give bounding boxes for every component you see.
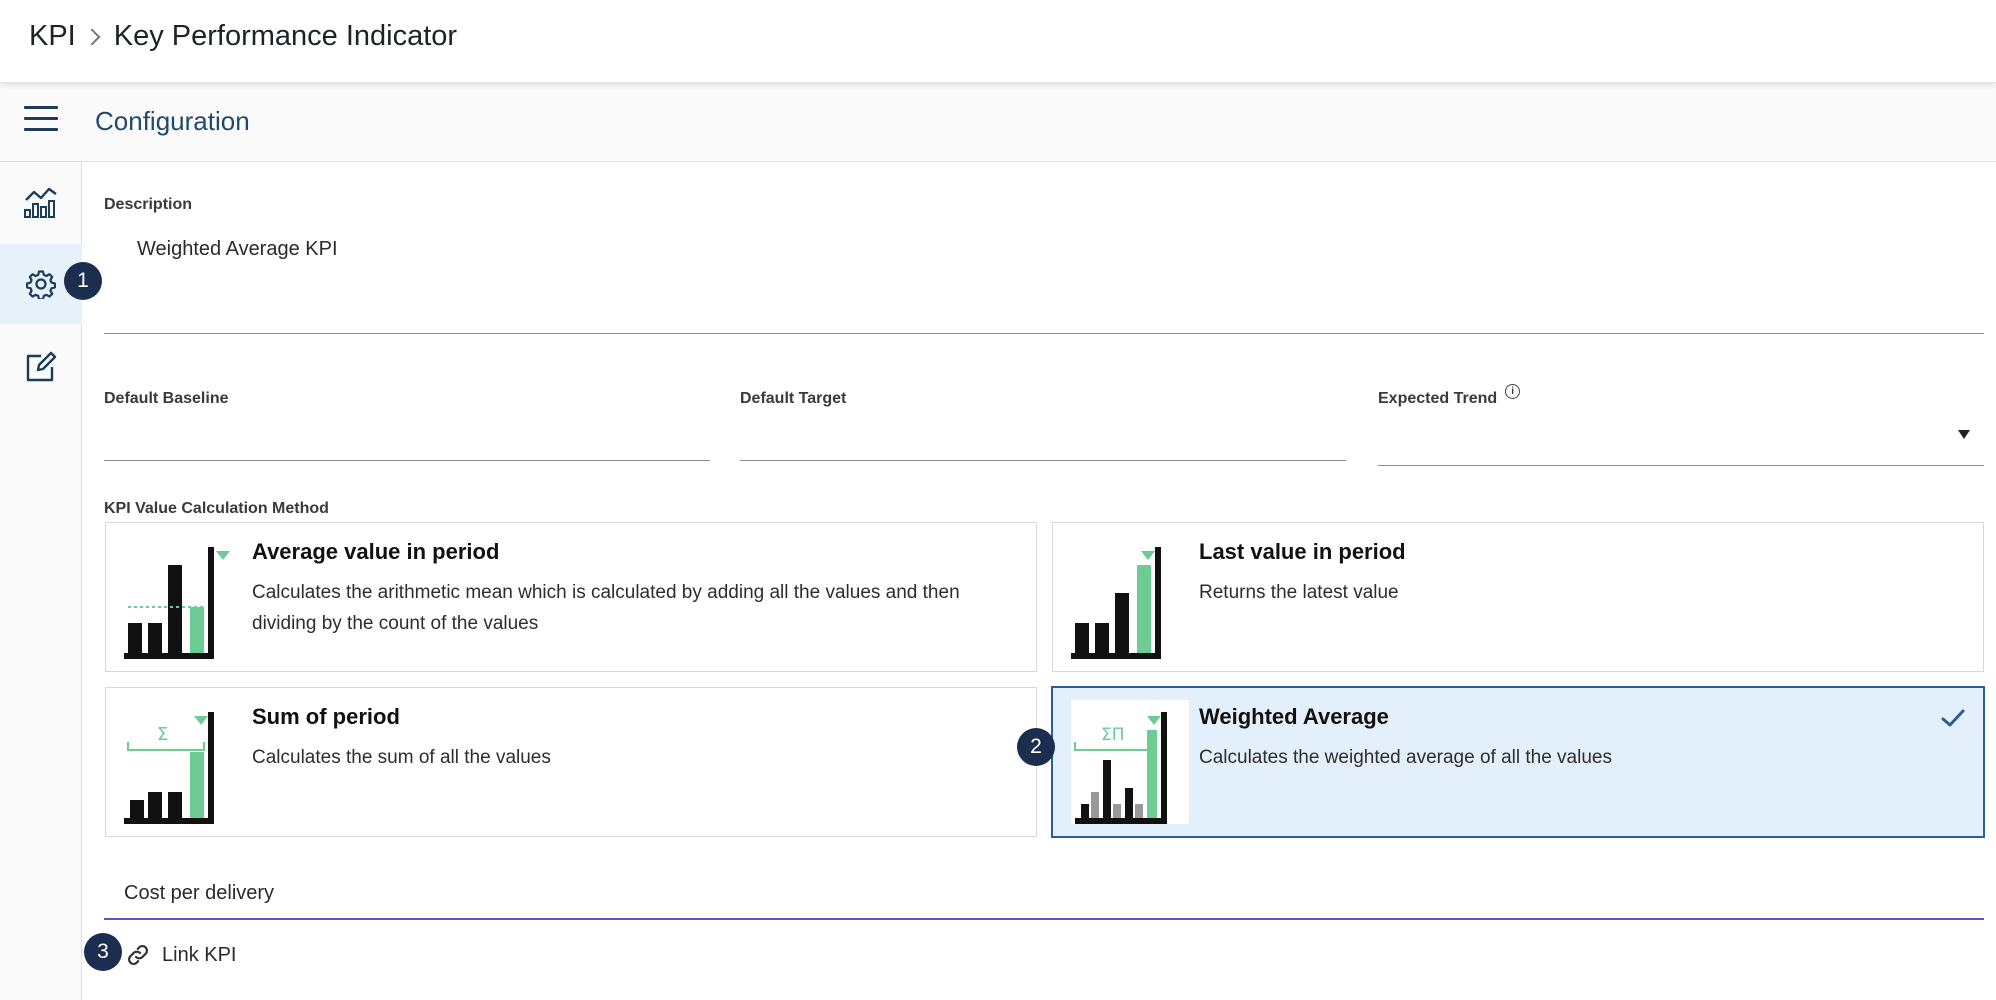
link-kpi-label: Link KPI	[162, 943, 237, 966]
method-card-average[interactable]: Average value in period Calculates the a…	[105, 522, 1037, 672]
default-baseline-label: Default Baseline	[104, 390, 229, 407]
default-baseline-field[interactable]	[104, 460, 710, 461]
method-desc-average: Calculates the arithmetic mean which is …	[252, 582, 960, 634]
hamburger-menu-icon[interactable]	[24, 106, 58, 136]
sidebar-item-chart[interactable]	[0, 162, 82, 242]
gear-icon	[26, 270, 56, 299]
method-card-weighted-average[interactable]: ΣΠ Weighted Average Calculates the weigh…	[1051, 686, 1985, 838]
default-target-label: Default Target	[740, 390, 847, 407]
info-icon[interactable]: i	[1505, 383, 1521, 399]
linked-kpi-underline	[104, 918, 1984, 920]
top-bar: KPI Key Performance Indicator	[0, 0, 1996, 82]
description-field[interactable]: Weighted Average KPI	[137, 238, 338, 261]
default-target-field[interactable]	[740, 460, 1346, 461]
sum-chart-icon: Σ	[124, 712, 214, 824]
method-card-last-value[interactable]: Last value in period Returns the latest …	[1052, 522, 1984, 672]
breadcrumb-current: Key Performance Indicator	[113, 20, 458, 52]
method-desc-weighted-average: Calculates the weighted average of all t…	[1199, 747, 1612, 768]
weighted-symbol: ΣΠ	[1101, 725, 1125, 745]
method-card-sum[interactable]: Σ Sum of period Calculates the sum of al…	[105, 687, 1037, 837]
method-desc-last-value: Returns the latest value	[1199, 582, 1399, 603]
method-title-weighted-average: Weighted Average	[1199, 704, 1389, 729]
chevron-right-icon	[83, 28, 101, 45]
step-badge-3: 3	[84, 933, 122, 971]
link-icon	[127, 944, 149, 966]
step-badge-2: 2	[1017, 728, 1055, 766]
page-title: Configuration	[95, 106, 250, 136]
sidebar-item-edit[interactable]	[0, 326, 82, 406]
edit-icon	[26, 351, 57, 382]
description-underline	[104, 333, 1984, 334]
breadcrumb: KPI Key Performance Indicator	[29, 20, 457, 53]
expected-trend-label: Expected Trend	[1378, 390, 1498, 407]
method-title-last-value: Last value in period	[1199, 539, 1406, 564]
method-title-average: Average value in period	[252, 539, 500, 564]
description-label: Description	[104, 196, 193, 213]
average-chart-icon	[124, 547, 230, 659]
chart-icon	[24, 187, 57, 218]
method-title-sum: Sum of period	[252, 704, 400, 729]
step-badge-1: 1	[64, 262, 102, 300]
expected-trend-label-wrap: Expected Trend i	[1378, 383, 1521, 408]
dropdown-arrow-icon[interactable]	[1958, 430, 1970, 439]
linked-kpi-field[interactable]: Cost per delivery	[124, 882, 274, 905]
link-kpi-button[interactable]: Link KPI	[126, 943, 236, 967]
sub-header: Configuration	[0, 82, 1996, 162]
expected-trend-select[interactable]	[1378, 465, 1984, 466]
last-value-chart-icon	[1071, 547, 1161, 659]
calc-method-label: KPI Value Calculation Method	[104, 500, 329, 517]
checkmark-icon	[1941, 709, 1965, 727]
sum-symbol: Σ	[157, 724, 168, 745]
method-desc-sum: Calculates the sum of all the values	[252, 747, 551, 768]
weighted-average-chart-icon: ΣΠ	[1071, 700, 1189, 824]
breadcrumb-root[interactable]: KPI	[29, 20, 76, 53]
